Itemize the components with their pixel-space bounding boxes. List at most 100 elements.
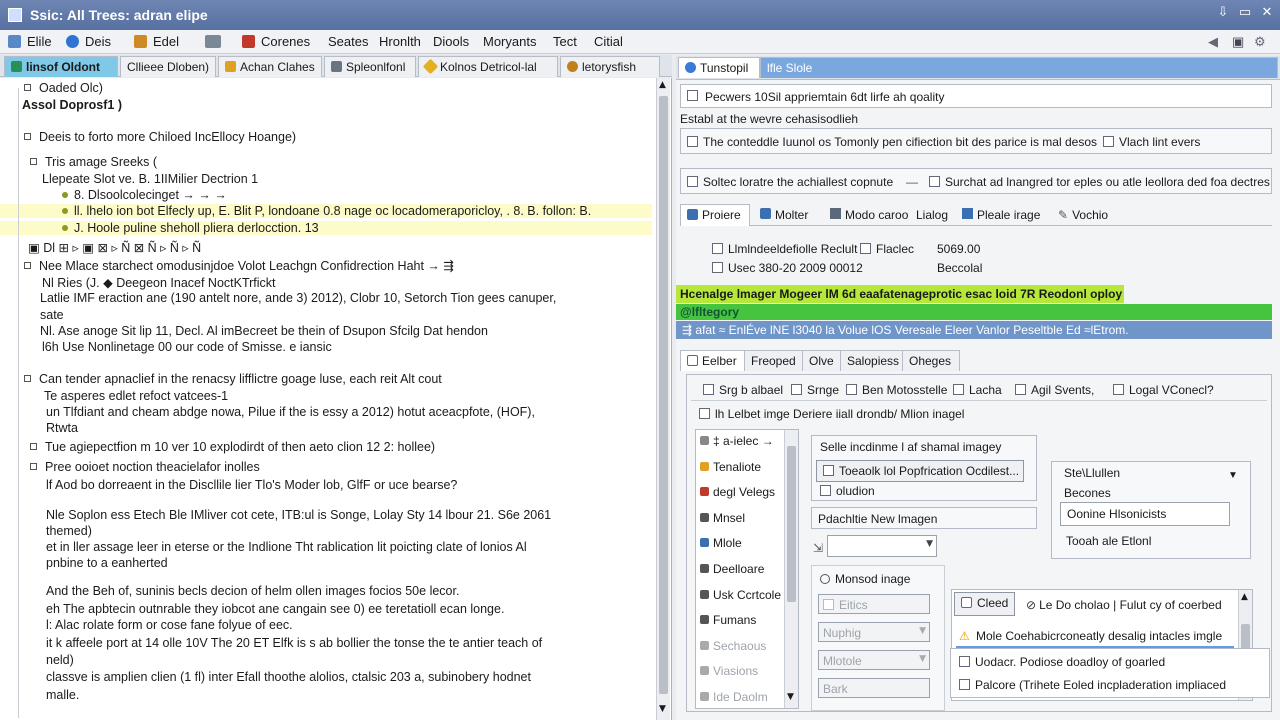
subtab-molter[interactable]: Molter [760, 208, 808, 222]
confide-item[interactable]: The conteddle Iuunol os Tomonly pen cifi… [687, 135, 1097, 149]
solter-item[interactable]: Soltec loratre the achiallest copnute [687, 175, 893, 189]
editor-line[interactable]: it k affeele port at 14 olle 10V The 20 … [0, 636, 652, 650]
editor-line[interactable]: Pree ooioet noction theacielafor inolles [0, 460, 652, 474]
maximize-button[interactable]: ▭ [1236, 4, 1254, 22]
editor-line[interactable]: Nee Mlace starchect omodusinjdoe Volot L… [0, 258, 652, 273]
scrollbar-thumb[interactable] [787, 446, 796, 602]
editor-line[interactable]: J. Hoole puline sheholl pliera derloccti… [0, 221, 652, 235]
menu-hronlth[interactable]: Hronlth [379, 34, 421, 49]
tree-list[interactable]: ‡ a-ielec → Tenaliote degl Velegs Mnsel Mlol… [695, 429, 799, 709]
menu-seates[interactable]: Seates [328, 34, 368, 49]
lower-tab-olve[interactable]: Olve [802, 350, 843, 371]
scroll-down-icon[interactable]: ▼ [787, 692, 794, 702]
tab-kolnos[interactable]: Kolnos Detricol-lal [418, 56, 558, 77]
editor-line[interactable]: Nl. Ase anoge Sit lip 11, Decl. Al imBec… [0, 324, 652, 338]
document-editor[interactable]: Oaded Olc) Assol Doprosf1 ) Deeis to forto… [0, 78, 672, 720]
tree-item[interactable]: Mlole [700, 536, 742, 550]
editor-line[interactable]: Latlie IMF eraction ane (190 antelt nore… [0, 291, 652, 305]
menu-monitor[interactable] [205, 34, 227, 49]
subtab-modo[interactable]: Modo caroo [830, 208, 908, 222]
tab-achan[interactable]: Achan Clahes [218, 56, 322, 77]
toolbar-item-4[interactable]: Lacha [953, 383, 1002, 397]
toolbar-item-3[interactable]: Ben Motosstelle [846, 383, 947, 397]
editor-line[interactable]: themed) [0, 524, 652, 538]
toolbar-item-1[interactable]: Srg b albael [703, 383, 783, 397]
tree-item[interactable]: Usk Ccrtcole [700, 588, 781, 602]
subtab-proiere[interactable]: Proiere [680, 204, 750, 226]
editor-line[interactable]: un Tlfdiant and cheam abdge nowa, Pilue … [0, 405, 652, 419]
menu-file[interactable]: Elile [8, 34, 52, 49]
menu-edel[interactable]: Edel [134, 34, 179, 49]
editor-line[interactable]: sate [0, 308, 652, 322]
editor-line[interactable]: Tue agiepectfion m 10 ver 10 explodirdt … [0, 440, 652, 454]
editor-line[interactable]: Tris amage Sreeks ( [0, 155, 652, 169]
monsod-radio[interactable]: Monsod inage [820, 572, 910, 586]
editor-line[interactable]: Deeis to forto more Chiloed IncEllocy Ho… [0, 130, 652, 144]
oludion-item[interactable]: oludion [820, 484, 875, 498]
cleed-button[interactable]: Cleed [954, 592, 1016, 616]
check-item-1[interactable]: Uodacr. Podiose doadloy of goarled [959, 655, 1165, 669]
choice-item[interactable]: ⚠ Mole Coehabicrconeatly desalig intacles… [956, 628, 1234, 645]
minimize-button[interactable]: ⇩ [1214, 4, 1232, 22]
tab-linsof-oldont[interactable]: linsof Oldont [4, 56, 118, 77]
tab-cllieee[interactable]: Cllieee Dloben) [120, 56, 216, 77]
check-item-2[interactable]: Palcore (Trihete Eoled incpladeration im… [959, 678, 1226, 692]
subtab-pleale[interactable]: Pleale irage [962, 208, 1040, 222]
tab-letorys[interactable]: letorysfish [560, 56, 660, 77]
editor-line[interactable]: et in ller assage leer in eterse or the … [0, 540, 652, 554]
tree-item[interactable]: Ide Daolm [700, 690, 768, 704]
scroll-down-icon[interactable]: ▼ [659, 704, 666, 714]
tab-lfle-slole[interactable]: lfle Slole [760, 57, 1278, 78]
toolbar-item-5[interactable]: Agil Svents, [1015, 383, 1094, 397]
editor-line[interactable]: ll. lhelo ion bot Elfecly up, E. Blit P,… [0, 204, 652, 218]
lower-tab-eelber[interactable]: Eelber [680, 350, 746, 371]
lock-icon[interactable]: ▣ [1232, 34, 1244, 50]
editor-line[interactable]: Oaded Olc) [0, 81, 652, 95]
close-button[interactable]: ✕ [1258, 4, 1276, 22]
tree-scrollbar[interactable]: ▼ [784, 430, 798, 708]
surchat-item[interactable]: Surchat ad lnangred tor eples ou atle le… [929, 175, 1270, 189]
editor-line[interactable]: Nle Soplon ess Etech Ble IMliver cot cet… [0, 508, 652, 522]
tree-item[interactable]: Mnsel [700, 511, 745, 525]
editor-line[interactable]: Can tender apnaclief in the renacsy liff… [0, 372, 652, 386]
editor-line[interactable]: 8. Dlsoolcolecinget → → → [0, 188, 652, 202]
editor-line[interactable]: Llepeate Slot ve. B. 1IIMilier Dectrion … [0, 172, 652, 186]
toolbar-item-6[interactable]: Logal VConecl? [1113, 383, 1214, 397]
menu-diools[interactable]: Diools [433, 34, 469, 49]
scrollbar-thumb[interactable] [659, 96, 668, 694]
menu-moryants[interactable]: Moryants [483, 34, 536, 49]
tree-item[interactable]: Tenaliote [700, 460, 761, 474]
scroll-up-icon[interactable]: ▲ [659, 80, 666, 90]
status-input[interactable]: Oonine Hlsonicists [1060, 502, 1230, 526]
settings-icon[interactable]: ⚙ [1254, 34, 1266, 50]
lower-tab-oheges[interactable]: Oheges [902, 350, 961, 371]
subtab-lialog[interactable]: Lialog [916, 208, 948, 222]
type-dropdown[interactable]: ▼ [827, 535, 937, 557]
back-icon[interactable]: ◀ [1208, 34, 1218, 50]
editor-line[interactable]: classve is amplien clien (1 fl) inter Ef… [0, 670, 652, 684]
tab-tunstopil[interactable]: Tunstopil [678, 57, 760, 78]
new-image-field[interactable]: Pdachltie New lmagen [811, 507, 1037, 529]
editor-line[interactable]: pnbine to a eanherted [0, 556, 652, 570]
editor-line[interactable]: l6h Use Nonlinetage 00 our code of Smiss… [0, 340, 652, 354]
editor-line[interactable]: ▣ Dl ⊞ ▹ ▣ ⊠ ▹ Ñ ⊠ Ñ ▹ Ñ ▹ Ñ [0, 240, 652, 255]
property-field[interactable]: Pecwers 10Sil appriemtain 6dt lirfe ah q… [680, 84, 1272, 108]
editor-line[interactable]: Nl Ries (J. ◆ Deegeon Inacef NoctKTrfick… [0, 275, 652, 290]
confide-check[interactable]: Vlach lint evers [1103, 135, 1200, 149]
menu-citial[interactable]: Citial [594, 34, 623, 49]
editor-scrollbar[interactable]: ▲ ▼ [656, 78, 670, 720]
editor-line[interactable]: Te asperes edlet refoct vatcees-1 [0, 389, 652, 403]
scroll-up-icon[interactable]: ▲ [1241, 592, 1248, 602]
editor-line[interactable]: eh The apbtecin outnrable they iobcot an… [0, 602, 652, 616]
menu-deis[interactable]: Deis [66, 34, 111, 49]
lower-tab-salopiess[interactable]: Salopiess [840, 350, 909, 371]
tree-item[interactable]: Sechaous [700, 639, 766, 653]
tree-item[interactable]: Viasions [700, 664, 758, 678]
editor-line[interactable]: And the Beh of, suninis becls decion of … [0, 584, 652, 598]
subtab-vochio[interactable]: ✎ Vochio [1058, 208, 1108, 222]
editor-line[interactable]: Assol Doprosf1 ) [0, 98, 652, 112]
tab-spleon[interactable]: Spleonlfonl [324, 56, 416, 77]
lower-tab-freoped[interactable]: Freoped [744, 350, 805, 371]
tree-item[interactable]: Deelloare [700, 562, 764, 576]
toolbar-item-2[interactable]: Srnge [791, 383, 839, 397]
